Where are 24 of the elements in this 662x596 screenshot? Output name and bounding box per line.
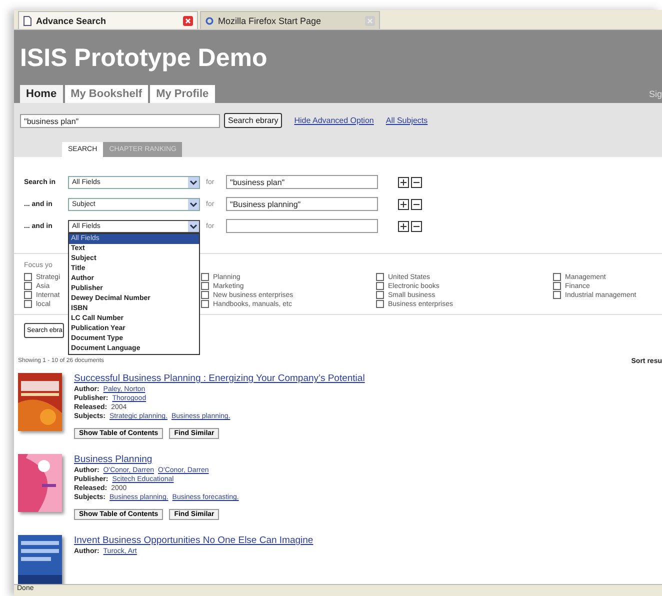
- nav-tab[interactable]: Home: [20, 85, 63, 103]
- term-field[interactable]: [226, 219, 378, 233]
- nav-tab[interactable]: My Bookshelf: [64, 85, 148, 103]
- search-button[interactable]: Search ebrary: [224, 113, 282, 128]
- dropdown-arrow-icon[interactable]: [188, 198, 199, 210]
- add-remove-icon[interactable]: [398, 220, 424, 232]
- result-title[interactable]: Invent Business Opportunities No One Else Can Imagine: [74, 535, 314, 546]
- browser-tab[interactable]: Mozilla Firefox Start Page: [200, 11, 380, 29]
- search-field[interactable]: "business plan": [20, 114, 220, 128]
- site-title: ISIS Prototype Demo: [20, 44, 268, 73]
- dropdown-arrow-icon[interactable]: [188, 176, 199, 188]
- nav-tab[interactable]: My Profile: [150, 85, 215, 103]
- close-icon[interactable]: [183, 16, 193, 26]
- option-link[interactable]: All Subjects: [386, 116, 428, 125]
- browser-tab[interactable]: Advance Search: [18, 11, 198, 29]
- result-title[interactable]: Business Planning: [74, 454, 239, 465]
- page-icon: [23, 16, 32, 26]
- dropdown-arrow-icon[interactable]: [188, 220, 199, 232]
- term-field[interactable]: "business plan": [226, 175, 378, 189]
- term-field[interactable]: "Business planning": [226, 197, 378, 211]
- add-remove-icon[interactable]: [398, 176, 424, 188]
- result-title[interactable]: Successful Business Planning : Energizing Your Company’s Potential: [74, 373, 365, 384]
- option-link[interactable]: Hide Advanced Option: [294, 116, 374, 125]
- add-remove-icon[interactable]: [398, 198, 424, 210]
